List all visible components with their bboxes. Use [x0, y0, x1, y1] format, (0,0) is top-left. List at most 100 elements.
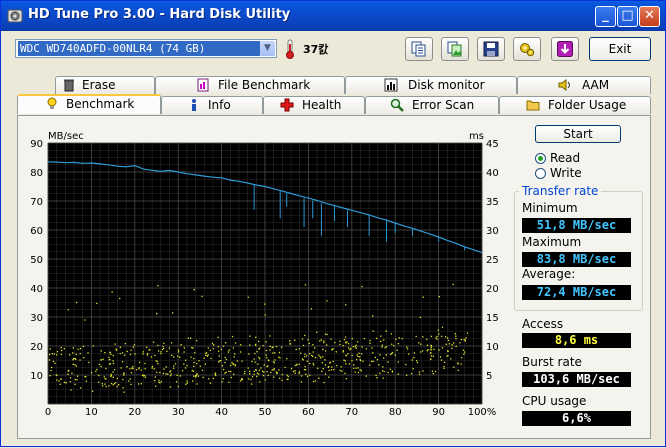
- access-point: [154, 376, 156, 378]
- access-point: [372, 330, 374, 332]
- access-point: [312, 351, 314, 353]
- minimum-value: 51,8 MB/sec: [522, 218, 631, 233]
- access-point: [163, 342, 165, 344]
- access-point: [294, 339, 296, 341]
- access-point: [239, 351, 242, 353]
- access-point: [181, 370, 184, 372]
- access-point: [253, 358, 255, 360]
- access-point: [171, 354, 173, 357]
- access-point: [457, 362, 459, 364]
- access-point: [118, 384, 120, 386]
- access-point: [63, 381, 66, 384]
- access-point: [214, 373, 216, 375]
- access-point: [378, 364, 380, 366]
- access-point: [219, 360, 222, 362]
- access-point: [67, 373, 69, 375]
- tab-benchmark[interactable]: Benchmark: [17, 94, 161, 114]
- access-point: [281, 379, 283, 381]
- access-point: [363, 337, 366, 340]
- start-button[interactable]: Start: [535, 125, 621, 143]
- access-point: [105, 385, 107, 388]
- access-point: [349, 348, 351, 351]
- access-point: [60, 353, 63, 356]
- access-point: [345, 363, 347, 365]
- access-point: [359, 359, 362, 362]
- access-point: [151, 365, 154, 368]
- access-point: [451, 344, 453, 346]
- access-point: [139, 361, 141, 364]
- access-point: [140, 369, 142, 371]
- access-point: [194, 352, 196, 354]
- access-point: [339, 340, 341, 342]
- x-tick-label: 60: [302, 407, 315, 418]
- access-point: [143, 375, 146, 377]
- access-point: [76, 375, 79, 377]
- access-point: [198, 360, 200, 362]
- access-point: [74, 383, 76, 385]
- access-point: [51, 366, 53, 369]
- access-point: [385, 354, 387, 356]
- access-point: [360, 353, 363, 355]
- access-point: [122, 378, 124, 381]
- access-point: [234, 364, 236, 366]
- access-point: [222, 368, 225, 371]
- access-point: [240, 344, 242, 346]
- access-point: [169, 386, 172, 388]
- access-point: [108, 385, 110, 387]
- access-point: [466, 332, 469, 334]
- access-point: [104, 352, 106, 354]
- access-point: [131, 367, 133, 369]
- access-point: [430, 344, 432, 347]
- access-point: [195, 376, 197, 378]
- access-point: [369, 364, 371, 366]
- access-point: [67, 370, 69, 372]
- access-point: [298, 363, 300, 365]
- access-point: [339, 343, 341, 346]
- access-point: [210, 357, 212, 360]
- access-point: [304, 284, 307, 286]
- access-point: [185, 383, 187, 385]
- access-point: [369, 339, 371, 342]
- access-point: [309, 362, 311, 365]
- access-point: [272, 352, 274, 354]
- access-point: [294, 370, 296, 372]
- access-point: [142, 353, 144, 355]
- access-point: [138, 367, 140, 370]
- access-point: [264, 303, 266, 305]
- access-point: [309, 352, 311, 355]
- access-point: [250, 378, 252, 381]
- access-point: [362, 360, 364, 362]
- access-point: [96, 302, 98, 305]
- access-point: [124, 342, 127, 345]
- access-point: [192, 370, 195, 372]
- access-point: [273, 376, 275, 378]
- access-point: [173, 367, 175, 369]
- access-point: [184, 359, 187, 361]
- access-point: [322, 356, 324, 358]
- access-point: [169, 374, 172, 377]
- y-left-tick-label: 80: [30, 168, 43, 179]
- access-point: [332, 360, 334, 363]
- access-point: [308, 342, 310, 345]
- access-point: [447, 339, 450, 342]
- access-point: [201, 295, 203, 298]
- access-point: [104, 383, 106, 385]
- access-point: [435, 337, 437, 339]
- write-radio-indicator: [535, 168, 546, 179]
- access-point: [304, 356, 306, 358]
- access-point: [121, 352, 124, 354]
- access-point: [149, 349, 151, 351]
- access-point: [114, 343, 116, 345]
- access-point: [320, 339, 322, 341]
- access-point: [341, 370, 343, 372]
- access-point: [347, 353, 349, 355]
- access-point: [211, 342, 214, 345]
- access-point: [176, 355, 179, 357]
- access-point: [312, 380, 315, 383]
- access-point: [462, 349, 465, 351]
- access-point: [450, 358, 452, 360]
- access-point: [387, 371, 389, 374]
- access-point: [259, 347, 261, 349]
- access-point: [440, 359, 443, 361]
- access-point: [108, 356, 110, 359]
